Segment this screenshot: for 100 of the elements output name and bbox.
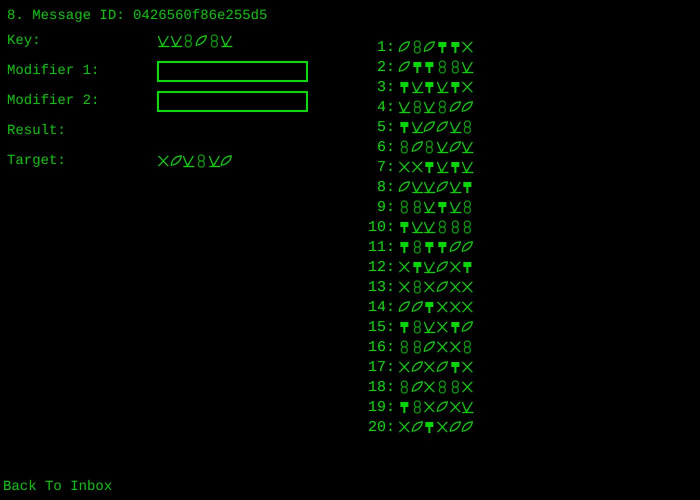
pin-icon [410, 60, 424, 74]
sequence-number: 14: [366, 298, 395, 316]
leaf-icon [448, 140, 462, 154]
check-icon [410, 80, 424, 94]
input-field[interactable] [157, 90, 308, 112]
field-label: Target: [7, 153, 67, 169]
check-icon [182, 154, 196, 168]
check-icon [461, 140, 474, 154]
sequence-number: 7: [376, 158, 395, 176]
sequence-number: 12: [366, 258, 395, 276]
cross-icon [448, 260, 462, 274]
leaf-icon [436, 360, 449, 374]
figure-eight-icon [436, 60, 449, 74]
leaf-icon [410, 420, 424, 434]
leaf-icon [461, 320, 474, 334]
back-link[interactable]: Back To Inbox [0, 479, 112, 500]
figure-eight-icon [195, 154, 208, 168]
pin-icon [423, 160, 436, 174]
cross-icon [398, 160, 411, 174]
cross-icon [410, 160, 424, 174]
check-icon [410, 180, 424, 194]
leaf-icon [410, 360, 424, 374]
figure-eight-icon [398, 200, 411, 214]
sequence-number: 5: [376, 118, 395, 136]
sequence-number: 16: [366, 338, 395, 356]
check-icon [448, 120, 462, 134]
check-icon [398, 100, 411, 114]
sequence-number: 13: [366, 278, 395, 296]
field-label: Modifier 1: [7, 63, 100, 79]
figure-eight-icon [398, 140, 411, 154]
pin-icon [398, 320, 411, 334]
pin-icon [423, 240, 436, 254]
leaf-icon [423, 120, 436, 134]
cross-icon [423, 360, 436, 374]
check-icon [448, 180, 462, 194]
leaf-icon [398, 300, 411, 314]
pin-icon [423, 60, 436, 74]
check-icon [436, 140, 449, 154]
cross-icon [398, 260, 411, 274]
cross-icon [398, 420, 411, 434]
cross-icon [461, 380, 474, 394]
cross-icon [436, 340, 449, 354]
pin-icon [423, 420, 436, 434]
figure-eight-icon [398, 380, 411, 394]
pin-icon [461, 260, 474, 274]
sequence-number: 20: [366, 418, 395, 436]
pin-icon [398, 80, 411, 94]
check-icon [436, 160, 449, 174]
cross-icon [423, 280, 436, 294]
message-title: 8. Message ID: 0426560f86e255d5 [7, 7, 268, 26]
leaf-icon [410, 300, 424, 314]
cross-icon [157, 154, 170, 168]
leaf-icon [461, 240, 474, 254]
leaf-icon [398, 60, 411, 74]
leaf-icon [436, 120, 449, 134]
leaf-icon [423, 40, 436, 54]
cross-icon [436, 320, 449, 334]
cross-icon [448, 400, 462, 414]
leaf-icon [448, 420, 462, 434]
check-icon [423, 260, 436, 274]
check-icon [461, 400, 474, 414]
leaf-icon [423, 340, 436, 354]
sequence-number: 1: [376, 38, 395, 56]
check-icon [410, 120, 424, 134]
pin-icon [423, 300, 436, 314]
pin-icon [448, 80, 462, 94]
check-icon [170, 34, 182, 48]
figure-eight-icon [436, 100, 449, 114]
check-icon [461, 160, 474, 174]
pin-icon [436, 240, 449, 254]
leaf-icon [195, 34, 208, 48]
cross-icon [448, 340, 462, 354]
sequence-number: 10: [366, 218, 395, 236]
cross-icon [398, 280, 411, 294]
pin-icon [448, 160, 462, 174]
pin-icon [423, 80, 436, 94]
sequence-number: 17: [366, 358, 395, 376]
sequence-number: 15: [366, 318, 395, 336]
cross-icon [461, 280, 474, 294]
sequence-number: 18: [366, 378, 395, 396]
cross-icon [436, 300, 449, 314]
pin-icon [448, 40, 462, 54]
cross-icon [436, 420, 449, 434]
check-icon [423, 220, 436, 234]
leaf-icon [410, 140, 424, 154]
leaf-icon [410, 380, 424, 394]
sequence-number: 6: [376, 138, 395, 156]
input-field[interactable] [157, 60, 308, 82]
sequence-number: 2: [376, 58, 395, 76]
cross-icon [448, 300, 462, 314]
check-icon [208, 154, 220, 168]
cross-icon [448, 280, 462, 294]
check-icon [423, 320, 436, 334]
check-icon [220, 34, 234, 48]
pin-icon [398, 220, 411, 234]
cross-icon [423, 400, 436, 414]
figure-eight-icon [436, 380, 449, 394]
cross-icon [461, 80, 474, 94]
check-icon [410, 220, 424, 234]
cross-icon [398, 360, 411, 374]
